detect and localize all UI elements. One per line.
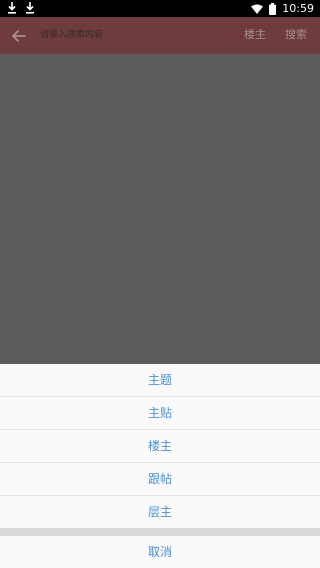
clock: 10:59: [282, 2, 314, 15]
option-topic[interactable]: 主题: [0, 364, 320, 397]
download-icon: [26, 2, 34, 14]
search-button[interactable]: 搜索: [285, 27, 307, 43]
download-icon: [8, 2, 16, 14]
option-main-post[interactable]: 主贴: [0, 397, 320, 430]
option-list: 主题 主贴 楼主 跟帖 层主: [0, 364, 320, 528]
option-floor-owner[interactable]: 层主: [0, 496, 320, 528]
dimmed-content-overlay[interactable]: [0, 54, 320, 364]
search-input[interactable]: [40, 25, 230, 45]
search-toolbar: 楼主 搜索: [0, 17, 320, 54]
sheet-divider: [0, 528, 320, 536]
status-bar: 10:59: [0, 0, 320, 17]
notification-icons: [7, 2, 35, 14]
cancel-button[interactable]: 取消: [0, 536, 320, 568]
option-thread-starter[interactable]: 楼主: [0, 430, 320, 463]
battery-icon: [269, 2, 277, 15]
action-sheet: 主题 主贴 楼主 跟帖 层主 取消: [0, 364, 320, 568]
back-arrow-icon[interactable]: [9, 26, 29, 46]
option-reply[interactable]: 跟帖: [0, 463, 320, 496]
wifi-icon: [251, 4, 264, 14]
system-icons: 10:59: [251, 1, 314, 16]
filter-type-button[interactable]: 楼主: [244, 27, 266, 43]
